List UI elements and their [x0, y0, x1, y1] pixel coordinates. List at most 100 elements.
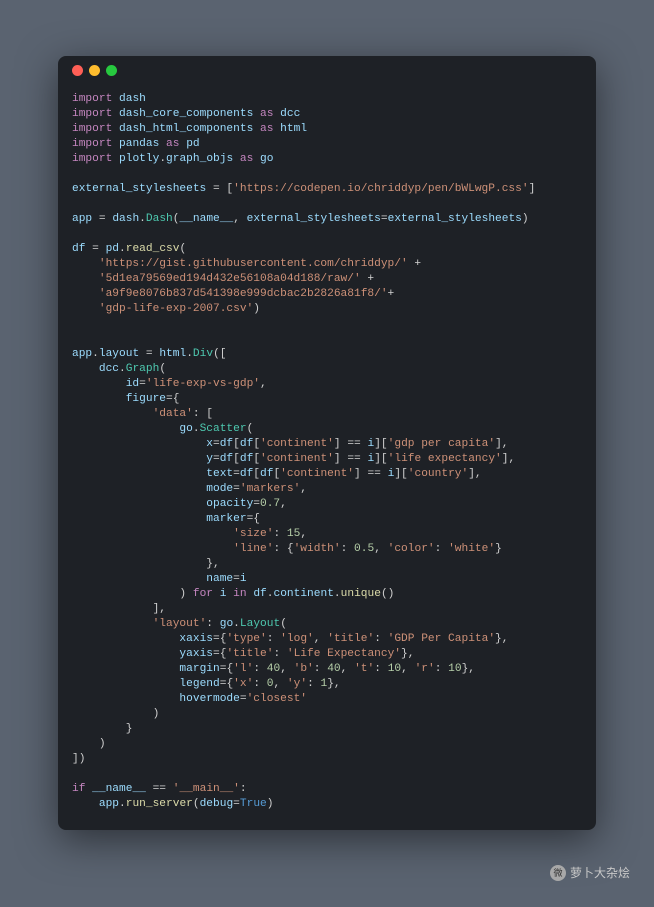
var: df [253, 588, 266, 600]
string: 'country' [408, 468, 468, 480]
keyword: import [72, 108, 112, 120]
kwarg: margin [179, 663, 219, 675]
class: Scatter [200, 423, 247, 435]
attr: layout [99, 348, 139, 360]
module: dash [119, 93, 146, 105]
number: 1 [321, 678, 328, 690]
code-window: import dash import dash_core_components … [58, 56, 596, 830]
key: 'line' [233, 543, 273, 555]
kwarg: yaxis [179, 648, 213, 660]
number: 10 [448, 663, 461, 675]
kwarg: text [206, 468, 233, 480]
alias: dcc [280, 108, 300, 120]
module: graph_objs [166, 153, 233, 165]
key: 'title' [327, 633, 374, 645]
var: external_stylesheets [388, 213, 522, 225]
key: 'type' [226, 633, 266, 645]
kwarg: external_stylesheets [247, 213, 381, 225]
number: 40 [267, 663, 280, 675]
keyword: import [72, 123, 112, 135]
string: 'continent' [280, 468, 354, 480]
var: df [220, 453, 233, 465]
string: 'gdp-life-exp-2007.csv' [99, 303, 253, 315]
keyword: import [72, 153, 112, 165]
watermark: 微 萝卜大杂烩 [550, 864, 630, 881]
string: 'markers' [240, 483, 300, 495]
kwarg: name [206, 573, 233, 585]
var: app [99, 798, 119, 810]
module: go [179, 423, 192, 435]
module: pd [106, 243, 119, 255]
kwarg: y [206, 453, 213, 465]
kwarg: hovermode [179, 693, 239, 705]
var: df [240, 438, 253, 450]
string: 'GDP Per Capita' [388, 633, 495, 645]
keyword: as [260, 108, 273, 120]
key: 'r' [415, 663, 435, 675]
module: dash_core_components [119, 108, 253, 120]
class: Dash [146, 213, 173, 225]
number: 0.5 [354, 543, 374, 555]
constant: True [240, 798, 267, 810]
kwarg: id [126, 378, 139, 390]
kwarg: x [206, 438, 213, 450]
number: 10 [388, 663, 401, 675]
module: pandas [119, 138, 159, 150]
key: 'x' [233, 678, 253, 690]
var: df [240, 468, 253, 480]
string: 'white' [448, 543, 495, 555]
string: 'life-exp-vs-gdp' [146, 378, 260, 390]
var: df [220, 438, 233, 450]
var: i [220, 588, 227, 600]
var: df [260, 468, 273, 480]
module: dash_html_components [119, 123, 253, 135]
alias: go [260, 153, 273, 165]
var: i [388, 468, 395, 480]
string: 'a9f9e8076b837d541398e999dcbac2b2826a81f… [99, 288, 388, 300]
string: 'life expectancy' [388, 453, 502, 465]
module: dash [112, 213, 139, 225]
window-titlebar [58, 56, 596, 84]
key: 'l' [233, 663, 253, 675]
key: 't' [354, 663, 374, 675]
class: Graph [126, 363, 160, 375]
string: '__main__' [173, 783, 240, 795]
string: 'https://gist.githubusercontent.com/chri… [99, 258, 408, 270]
string: 'Life Expectancy' [287, 648, 401, 660]
module: plotly [119, 153, 159, 165]
var: df [72, 243, 85, 255]
kwarg: xaxis [179, 633, 213, 645]
key: 'width' [294, 543, 341, 555]
keyword: import [72, 138, 112, 150]
var: df [240, 453, 253, 465]
maximize-icon[interactable] [106, 65, 117, 76]
var: app [72, 213, 92, 225]
keyword: if [72, 783, 85, 795]
number: 0 [267, 678, 274, 690]
close-icon[interactable] [72, 65, 83, 76]
var: i [240, 573, 247, 585]
func: run_server [126, 798, 193, 810]
number: 0.7 [260, 498, 280, 510]
class: Div [193, 348, 213, 360]
key: 'color' [388, 543, 435, 555]
alias: html [280, 123, 307, 135]
keyword: in [233, 588, 246, 600]
module: html [159, 348, 186, 360]
attr: continent [273, 588, 333, 600]
class: Layout [240, 618, 280, 630]
kwarg: marker [206, 513, 246, 525]
var: i [367, 438, 374, 450]
minimize-icon[interactable] [89, 65, 100, 76]
key: 'layout' [153, 618, 207, 630]
code-content: import dash import dash_core_components … [58, 84, 596, 830]
watermark-label: 萝卜大杂烩 [570, 864, 630, 881]
string: 'closest' [247, 693, 307, 705]
kwarg: debug [200, 798, 234, 810]
func: read_csv [126, 243, 180, 255]
key: 'title' [226, 648, 273, 660]
func: unique [341, 588, 381, 600]
string: 'gdp per capita' [388, 438, 495, 450]
module: dcc [99, 363, 119, 375]
key: 'y' [287, 678, 307, 690]
